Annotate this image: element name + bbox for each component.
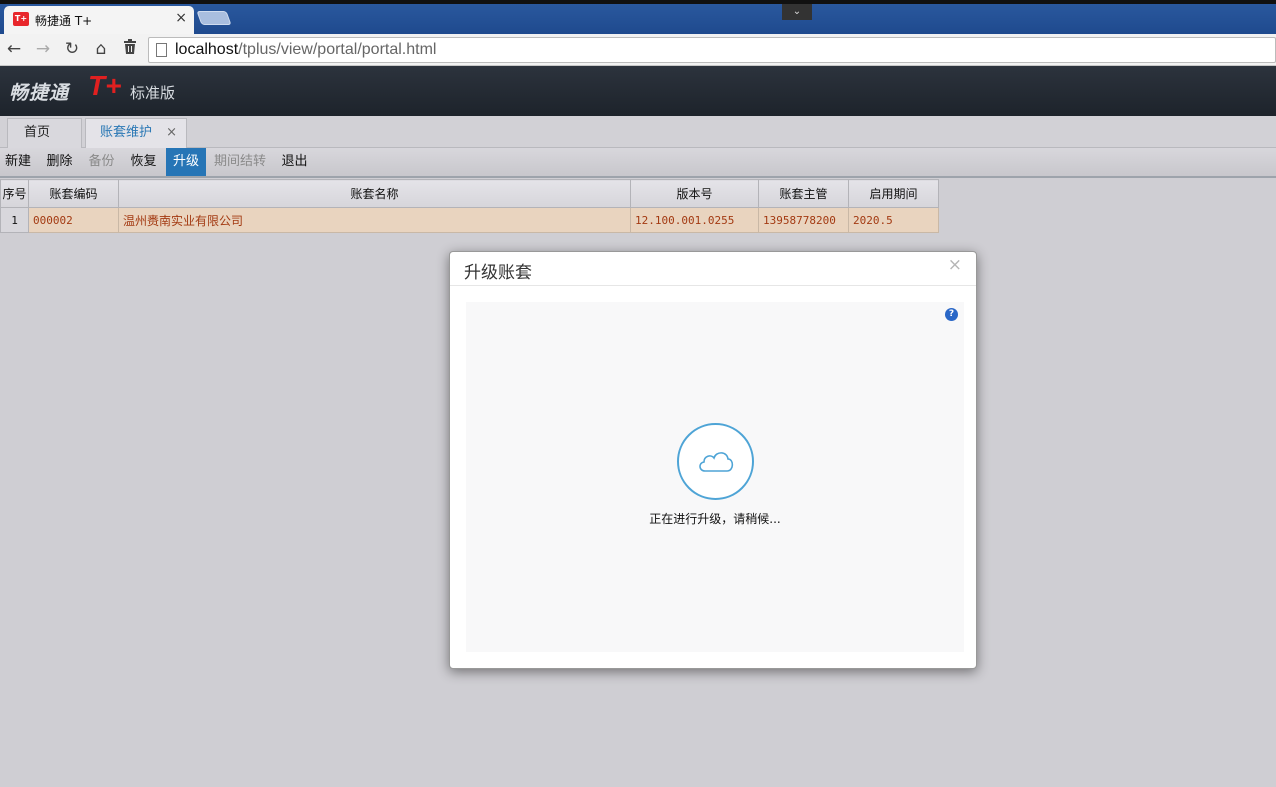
col-header-code[interactable]: 账套编码 — [28, 179, 119, 208]
upgrade-status-text: 正在进行升级，请稍候... — [649, 512, 781, 526]
browser-tab-close-icon[interactable]: × — [175, 10, 187, 26]
col-header-version[interactable]: 版本号 — [630, 179, 759, 208]
col-header-seq[interactable]: 序号 — [0, 179, 29, 208]
home-icon[interactable]: ⌂ — [90, 38, 112, 60]
new-tab-button[interactable] — [196, 11, 232, 25]
page-icon — [156, 43, 167, 57]
account-grid: 序号 账套编码 账套名称 版本号 账套主管 启用期间 1 000002 温州赉南… — [0, 179, 939, 233]
tab-home-label: 首页 — [24, 125, 51, 140]
forward-arrow-icon[interactable]: → — [32, 38, 54, 60]
address-bar[interactable]: localhost/tplus/view/portal/portal.html — [148, 37, 1276, 63]
col-header-period[interactable]: 启用期间 — [848, 179, 939, 208]
app-header: 畅捷通 T+ 标准版 — [0, 66, 1276, 116]
dialog-close-icon[interactable]: × — [948, 255, 962, 275]
delete-button[interactable]: 删除 — [41, 148, 78, 176]
window-top-edge — [0, 0, 1276, 4]
period-carryover-button[interactable]: 期间结转 — [211, 148, 269, 176]
cell-name[interactable]: 温州赉南实业有限公司 — [118, 207, 631, 233]
window-menu-chevron-icon[interactable]: ⌄ — [782, 4, 812, 20]
app-tabbar: 首页 账套维护 × — [0, 116, 1276, 148]
browser-toolbar: ← → ↻ ⌂ localhost/tplus/view/portal/port… — [0, 34, 1276, 66]
upgrade-button[interactable]: 升级 — [166, 148, 206, 176]
dialog-body: ? 正在进行升级，请稍候... — [466, 302, 964, 652]
backup-button[interactable]: 备份 — [83, 148, 120, 176]
dialog-title: 升级账套 — [464, 263, 532, 283]
logo-tplus: T+ — [88, 70, 122, 101]
trash-icon[interactable] — [119, 38, 141, 60]
browser-tab[interactable]: T+ 畅捷通 T+ × — [4, 6, 194, 34]
new-button[interactable]: 新建 — [0, 148, 36, 176]
tab-account-maintenance[interactable]: 账套维护 × — [85, 118, 187, 148]
dialog-divider — [450, 285, 976, 286]
exit-button[interactable]: 退出 — [276, 148, 313, 176]
url-host: localhost — [175, 41, 239, 58]
url-path: /tplus/view/portal/portal.html — [238, 41, 437, 58]
upgrade-dialog: 升级账套 × ? 正在进行升级，请稍候... — [449, 251, 977, 669]
logo-edition: 标准版 — [130, 84, 176, 102]
cell-code[interactable]: 000002 — [28, 207, 119, 233]
back-arrow-icon[interactable]: ← — [3, 38, 25, 60]
restore-button[interactable]: 恢复 — [125, 148, 162, 176]
logo-brand-text: 畅捷通 — [9, 82, 70, 104]
browser-tab-title: 畅捷通 T+ — [35, 14, 93, 28]
cell-period[interactable]: 2020.5 — [848, 207, 939, 233]
url-text: localhost/tplus/view/portal/portal.html — [175, 41, 436, 59]
col-header-name[interactable]: 账套名称 — [118, 179, 631, 208]
tplus-favicon-icon: T+ — [13, 12, 29, 26]
upgrade-progress-spinner — [677, 423, 754, 500]
browser-tabstrip: T+ 畅捷通 T+ × ⌄ — [0, 0, 1276, 34]
cell-version[interactable]: 12.100.001.0255 — [630, 207, 759, 233]
grid-header-row: 序号 账套编码 账套名称 版本号 账套主管 启用期间 — [0, 179, 939, 208]
cell-seq: 1 — [0, 207, 29, 233]
reload-icon[interactable]: ↻ — [61, 38, 83, 60]
tab-close-icon[interactable]: × — [166, 119, 177, 147]
tab-account-maintenance-label: 账套维护 — [100, 125, 153, 140]
cloud-icon — [699, 452, 734, 472]
help-icon[interactable]: ? — [945, 308, 958, 321]
table-row[interactable]: 1 000002 温州赉南实业有限公司 12.100.001.0255 1395… — [0, 207, 939, 233]
cell-manager[interactable]: 13958778200 — [758, 207, 849, 233]
tab-home[interactable]: 首页 — [7, 118, 82, 148]
col-header-manager[interactable]: 账套主管 — [758, 179, 849, 208]
command-bar: 新建 删除 备份 恢复 升级 期间结转 退出 — [0, 148, 1276, 178]
